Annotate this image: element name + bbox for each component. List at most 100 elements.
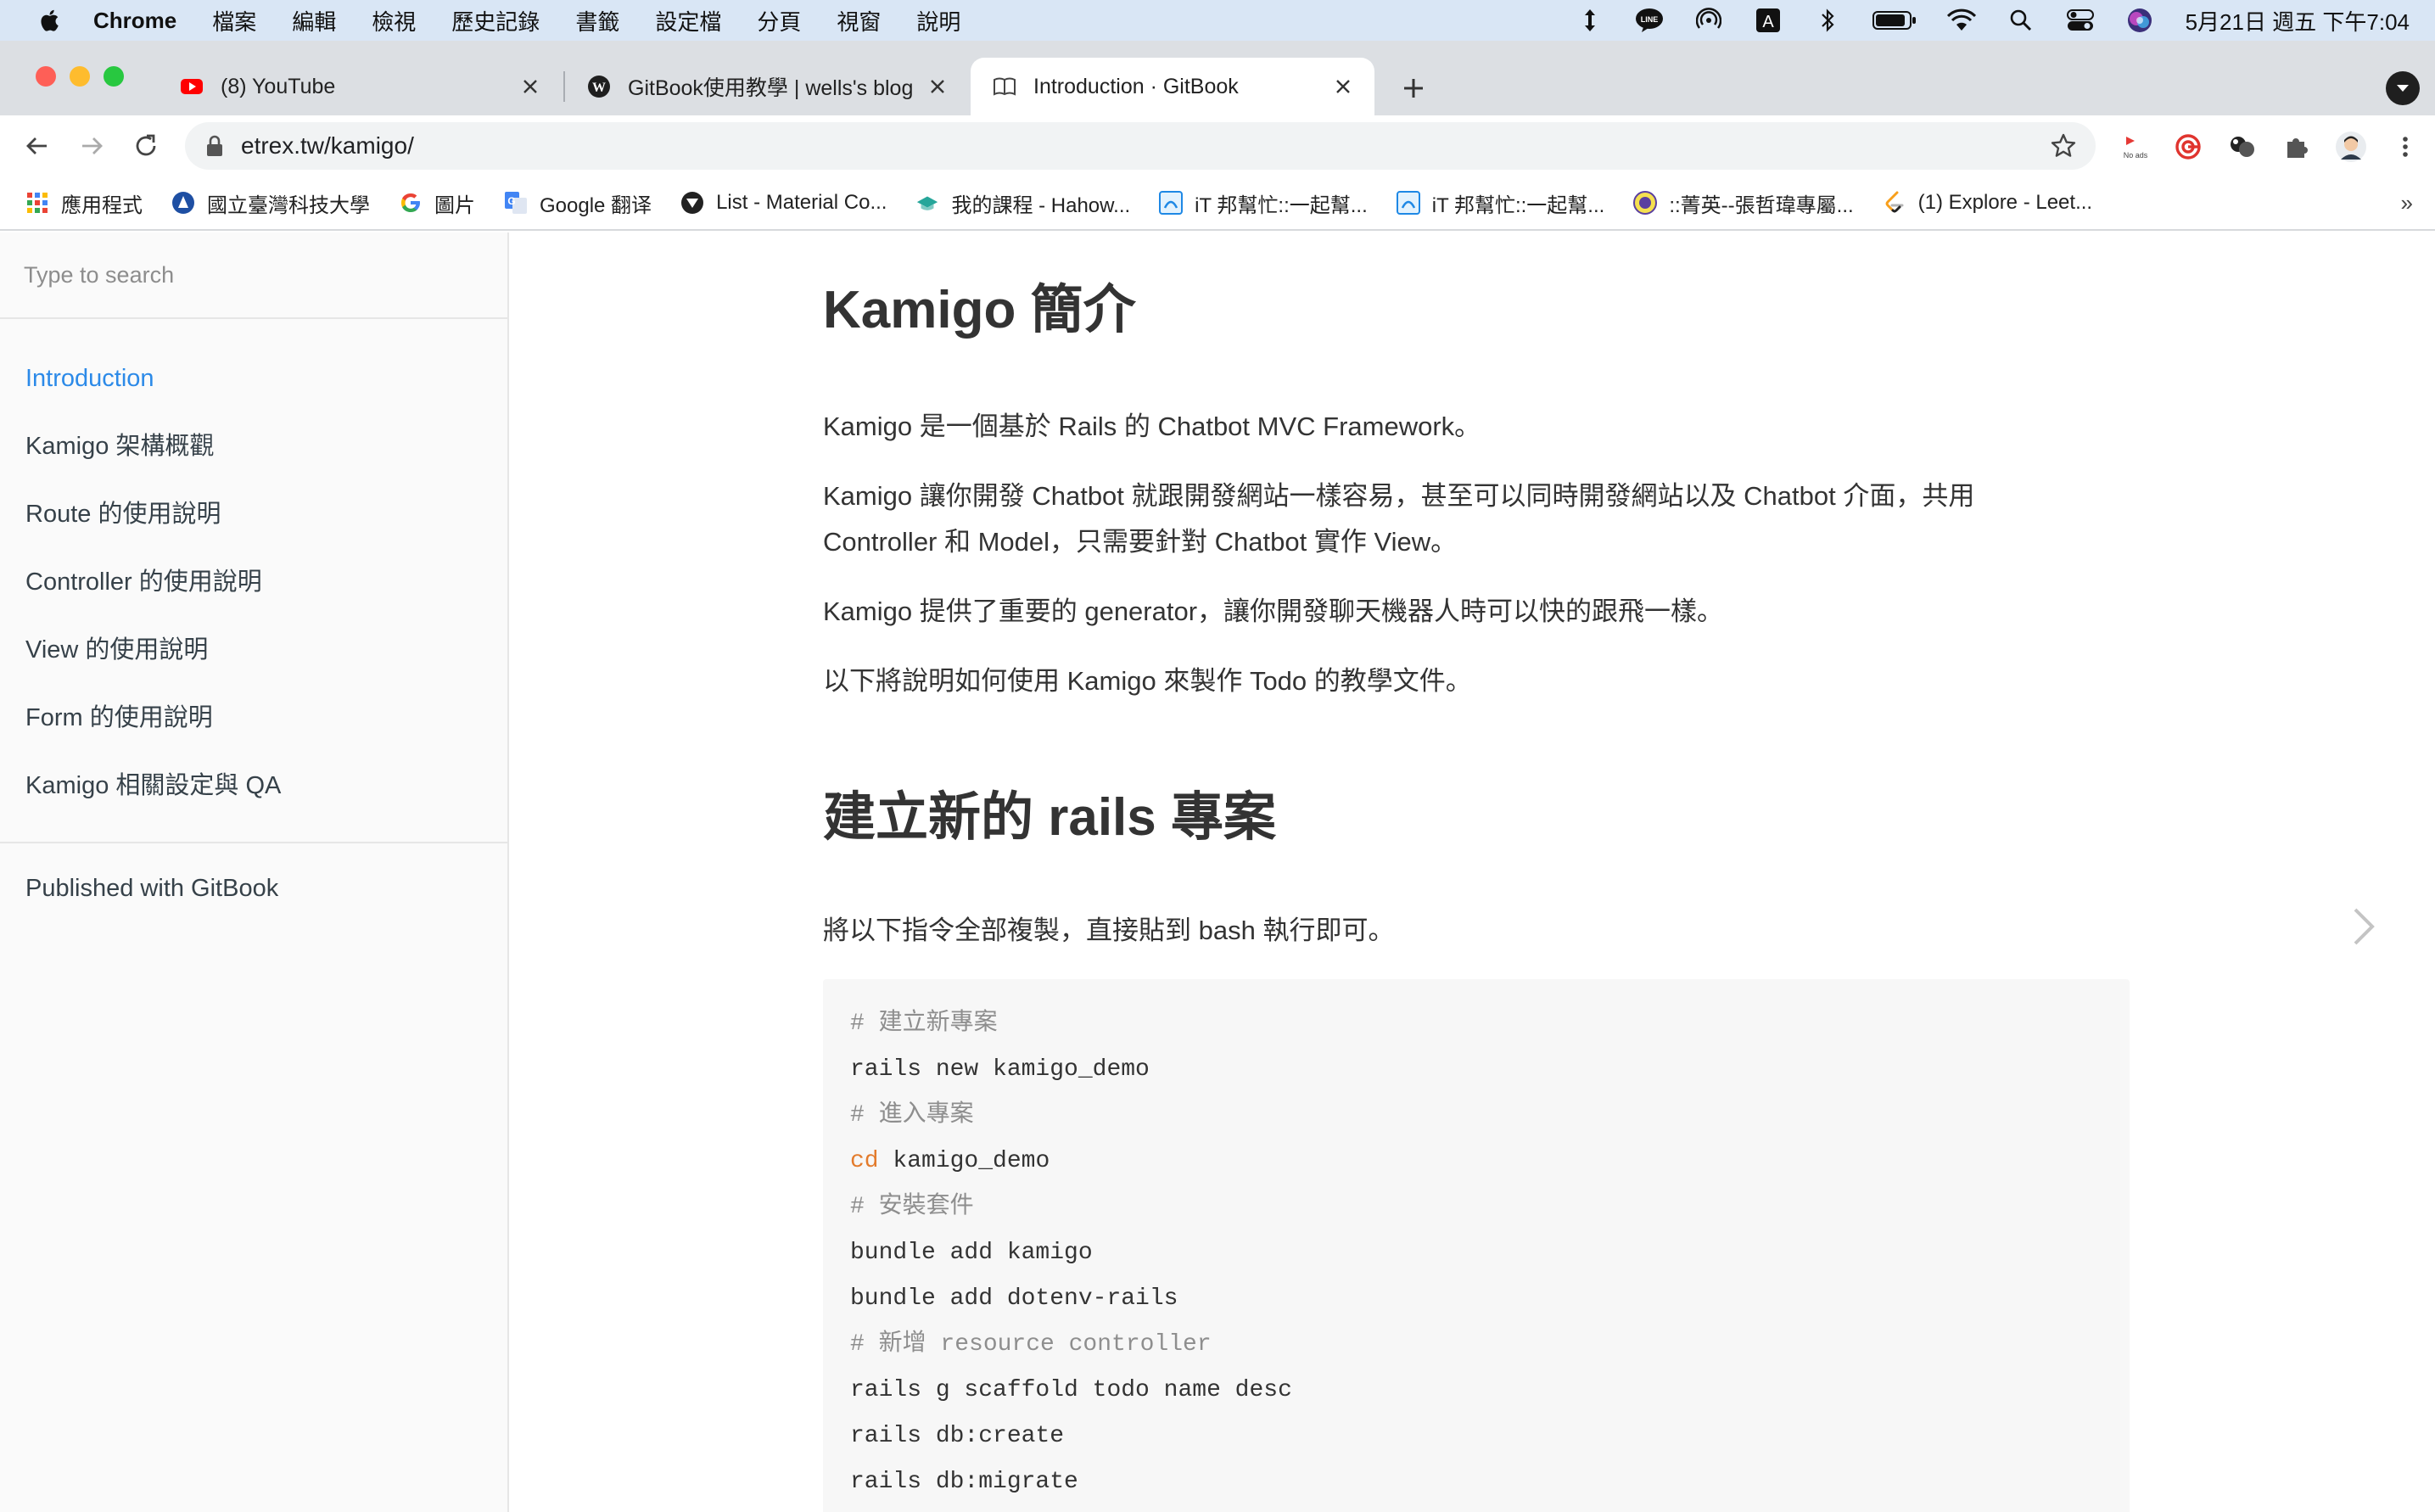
noads-icon: No ads (2124, 135, 2147, 160)
bookmark-apps[interactable]: 應用程式 (25, 188, 143, 218)
apple-logo-icon[interactable] (37, 8, 59, 33)
ithelp-icon (1396, 191, 1420, 215)
menu-profiles[interactable]: 設定檔 (655, 5, 721, 36)
window-zoom-button[interactable] (104, 66, 124, 87)
sidebar-item-architecture[interactable]: Kamigo 架構概觀 (0, 412, 507, 480)
next-page-button[interactable] (2347, 903, 2381, 950)
sidebar-item-view[interactable]: View 的使用說明 (0, 616, 507, 684)
grammarly-extension-button[interactable] (2172, 131, 2204, 163)
code-comment: # 新增 resource controller (850, 1331, 1212, 1358)
bookmark-ntust[interactable]: 國立臺灣科技大學 (171, 188, 370, 218)
menu-edit[interactable]: 編輯 (292, 5, 336, 36)
published-with-gitbook-link[interactable]: Published with GitBook (0, 867, 507, 910)
profile-avatar-button[interactable] (2335, 131, 2367, 163)
chevron-down-icon (2397, 85, 2409, 92)
hahow-icon (915, 191, 939, 215)
tab-title: Introduction · GitBook (1033, 74, 1239, 98)
avatar (2336, 132, 2366, 162)
bookmark-google-translate[interactable]: G Google 翻译 (504, 188, 652, 218)
book-summary-sidebar: Introduction Kamigo 架構概觀 Route 的使用說明 Con… (0, 232, 509, 1512)
search-input[interactable] (24, 261, 482, 288)
new-tab-button[interactable] (1395, 70, 1432, 107)
bookmark-ithelp-1[interactable]: iT 邦幫忙::一起幫... (1159, 188, 1368, 218)
wifi-icon[interactable] (1946, 8, 1977, 33)
menubar-clock[interactable]: 5月21日 週五 下午7:04 (2186, 5, 2410, 36)
bookmark-ithelp-2[interactable]: iT 邦幫忙::一起幫... (1396, 188, 1604, 218)
book-body: Kamigo 簡介 Kamigo 是一個基於 Rails 的 Chatbot M… (511, 232, 2435, 1512)
target-icon (2175, 134, 2201, 160)
menu-help[interactable]: 說明 (916, 5, 960, 36)
code-line: cd kamigo_demo (850, 1139, 2102, 1184)
bookmark-google-images[interactable]: 圖片 (399, 188, 475, 218)
extension-button[interactable] (2226, 131, 2259, 163)
lock-icon[interactable] (205, 135, 224, 157)
reload-icon (136, 134, 156, 156)
menu-file[interactable]: 檔案 (212, 5, 256, 36)
reload-button[interactable] (131, 131, 161, 161)
control-center-icon[interactable] (2065, 8, 2096, 33)
bookmark-elite[interactable]: ::菁英--張哲瑋專屬... (1633, 188, 1854, 218)
elite-icon (1633, 191, 1658, 215)
window-close-button[interactable] (36, 66, 56, 87)
bookmark-hahow[interactable]: 我的課程 - Hahow... (915, 188, 1130, 218)
tab-title: (8) YouTube (221, 74, 336, 98)
window-minimize-button[interactable] (70, 66, 90, 87)
address-url[interactable]: etrex.tw/kamigo/ (241, 132, 414, 160)
bookmark-label: 應用程式 (61, 193, 143, 217)
menu-bookmarks[interactable]: 書籤 (575, 5, 619, 36)
svg-text:LINE: LINE (1640, 15, 1658, 24)
menu-app-name[interactable]: Chrome (93, 8, 176, 34)
bookmark-label: 國立臺灣科技大學 (207, 193, 370, 217)
input-method-icon[interactable]: A (1753, 8, 1783, 33)
bookmark-material[interactable]: List - Material Co... (680, 191, 887, 215)
tab-close-icon[interactable] (1330, 74, 1356, 99)
code-text: kamigo_demo (878, 1148, 1050, 1174)
chrome-menu-button[interactable] (2389, 131, 2421, 163)
material-icon (680, 191, 704, 215)
code-block[interactable]: # 建立新專案 rails new kamigo_demo # 進入專案 cd … (823, 979, 2130, 1512)
bookmark-leetcode[interactable]: (1) Explore - Leet... (1883, 191, 2092, 215)
paragraph: Kamigo 提供了重要的 generator，讓你開發聊天機器人時可以快的跟飛… (823, 596, 1724, 626)
battery-icon[interactable] (1872, 8, 1917, 33)
kebab-menu-icon (2403, 137, 2408, 157)
sidebar-item-form[interactable]: Form 的使用說明 (0, 684, 507, 752)
spotlight-search-icon[interactable] (2006, 8, 2036, 33)
arrows-vertical-icon[interactable] (1575, 8, 1605, 33)
bluetooth-icon[interactable] (1812, 8, 1843, 33)
menu-window[interactable]: 視窗 (837, 5, 881, 36)
sidebar-item-settings-qa[interactable]: Kamigo 相關設定與 QA (0, 752, 507, 820)
menu-history[interactable]: 歷史記錄 (451, 5, 540, 36)
tab-introduction-gitbook[interactable]: Introduction · GitBook (971, 58, 1374, 115)
extensions-menu-button[interactable] (2281, 131, 2313, 163)
bookmark-star-icon[interactable] (2050, 132, 2077, 160)
sidebar-item-route[interactable]: Route 的使用說明 (0, 480, 507, 548)
tab-close-icon[interactable] (925, 74, 950, 99)
book-icon (994, 77, 1016, 96)
tab-search-button[interactable] (2386, 71, 2420, 105)
menu-view[interactable]: 檢視 (372, 5, 416, 36)
tab-close-icon[interactable] (518, 74, 543, 99)
tab-gitbook-blog[interactable]: W GitBook使用教學 | wells's blog (565, 58, 969, 115)
line-app-icon[interactable]: LINE (1634, 8, 1665, 33)
wordpress-icon: W (588, 76, 610, 98)
sidebar-item-controller[interactable]: Controller 的使用說明 (0, 548, 507, 616)
circles-extension-icon (2231, 137, 2254, 157)
noads-extension-button[interactable]: No ads (2119, 131, 2152, 163)
forward-button[interactable] (76, 131, 107, 161)
menubar-status-area: LINE A 5月21日 週五 下午7:04 (1546, 0, 2410, 41)
address-bar[interactable]: etrex.tw/kamigo/ (185, 122, 2096, 170)
google-icon (399, 191, 423, 215)
heading-new-rails-project: 建立新的 rails 專案 (823, 788, 1276, 847)
heading-kamigo-intro: Kamigo 簡介 (823, 281, 1136, 339)
back-button[interactable] (22, 131, 53, 161)
menu-tab[interactable]: 分頁 (757, 5, 801, 36)
sidebar-item-introduction[interactable]: Introduction (0, 344, 507, 412)
bookmark-label: List - Material Co... (716, 191, 887, 214)
siri-icon[interactable] (2124, 8, 2155, 33)
code-line: rails g scaffold todo name desc (850, 1377, 1292, 1403)
airdrop-icon[interactable] (1693, 8, 1724, 33)
arrow-left-icon (26, 137, 47, 154)
bookmarks-overflow-button[interactable]: » (2401, 190, 2413, 216)
ithelp-icon (1159, 191, 1184, 215)
tab-youtube[interactable]: (8) YouTube (158, 58, 562, 115)
